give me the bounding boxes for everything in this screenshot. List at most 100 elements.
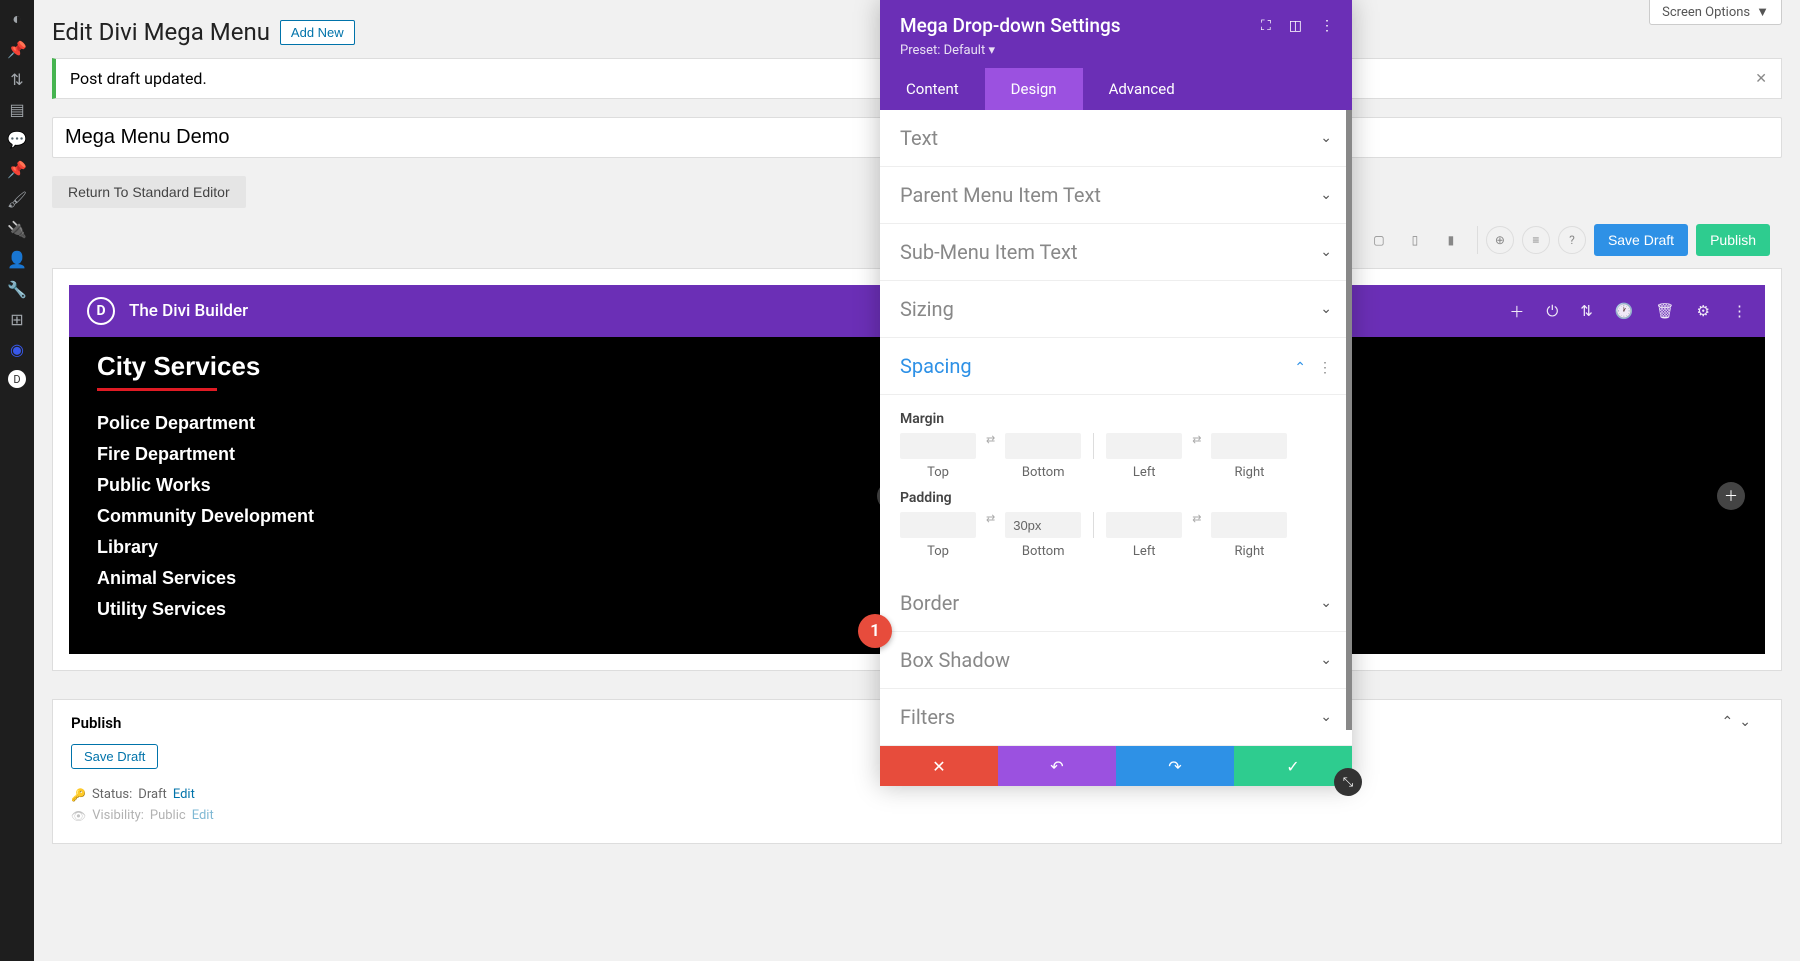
link-icon[interactable]: ⇄ [982, 512, 999, 525]
page-title: Edit Divi Mega Menu [52, 18, 270, 46]
section-heading: City Services [97, 351, 889, 382]
section-more-icon[interactable]: ⋮ [1318, 360, 1332, 376]
publish-button[interactable]: Publish [1696, 224, 1770, 256]
snap-icon[interactable]: ◫ [1289, 18, 1302, 34]
metabox-down-icon[interactable]: ⌄ [1739, 714, 1751, 730]
redo-button[interactable]: ↷ [1116, 746, 1234, 786]
spacing-controls: Margin Top ⇄ Bottom Left ⇄ Right Padding… [880, 395, 1352, 575]
menu-item[interactable]: Public Works [97, 475, 889, 496]
edit-visibility-link[interactable]: Edit [192, 808, 214, 823]
edit-status-link[interactable]: Edit [173, 787, 195, 802]
key-icon: 🔑 [71, 788, 86, 802]
builder-title: The Divi Builder [129, 301, 248, 321]
section-boxshadow[interactable]: Box Shadow ⌄ [880, 632, 1352, 689]
dashboard-icon[interactable]: ◐ [8, 10, 26, 28]
section-submenu-text[interactable]: Sub-Menu Item Text ⌄ [880, 224, 1352, 281]
menu-item[interactable]: Library [97, 537, 889, 558]
save-draft-metabox-button[interactable]: Save Draft [71, 744, 158, 769]
section-parent-text[interactable]: Parent Menu Item Text ⌄ [880, 167, 1352, 224]
link-icon[interactable]: ⇄ [1188, 433, 1205, 446]
section-sizing[interactable]: Sizing ⌄ [880, 281, 1352, 338]
metabox-up-icon[interactable]: ⌃ [1722, 714, 1734, 730]
padding-right-input[interactable] [1211, 512, 1287, 538]
appearance-icon[interactable]: 🖌 [8, 190, 26, 208]
chevron-up-icon: ⌃ [1294, 360, 1306, 376]
help-icon[interactable]: ? [1558, 226, 1586, 254]
undo-button[interactable]: ↶ [998, 746, 1116, 786]
margin-left-input[interactable] [1106, 433, 1182, 459]
wp-admin-sidebar[interactable]: ◐ 📌 ⇅ ▤ 💬 📌 🖌 🔌 👤 🔧 ⊞ ◉ D [0, 0, 34, 961]
add-column-button[interactable]: ＋ [1717, 482, 1745, 510]
more-icon[interactable]: ⋮ [1732, 302, 1747, 320]
section-filters[interactable]: Filters ⌄ [880, 689, 1352, 746]
gear-icon[interactable]: ⚙ [1697, 302, 1710, 320]
history-icon[interactable]: 🕐 [1615, 302, 1634, 320]
users-icon[interactable]: 👤 [8, 250, 26, 268]
tab-advanced[interactable]: Advanced [1083, 68, 1201, 110]
chevron-down-icon: ⌄ [1320, 709, 1332, 725]
pin2-icon[interactable]: 📌 [8, 160, 26, 178]
fullscreen-icon[interactable]: ⛶ [1261, 18, 1271, 34]
separator [1093, 512, 1094, 538]
desktop-view-icon[interactable]: ▢ [1365, 226, 1393, 254]
scrollbar-thumb[interactable] [1346, 110, 1352, 730]
eye-icon: 👁 [71, 809, 86, 823]
pin-icon[interactable]: 📌 [8, 40, 26, 58]
add-module-icon[interactable]: ＋ [1509, 301, 1524, 322]
module-settings-panel[interactable]: Mega Drop-down Settings Preset: Default … [880, 0, 1352, 786]
link-icon[interactable]: ⇄ [1188, 512, 1205, 525]
visibility-label: Visibility: [92, 808, 144, 823]
settings-header[interactable]: Mega Drop-down Settings Preset: Default … [880, 0, 1352, 68]
zoom-icon[interactable]: ⊕ [1486, 226, 1514, 254]
margin-label: Margin [900, 411, 1332, 427]
chevron-down-icon: ⌄ [1320, 187, 1332, 203]
status-value: Draft [138, 787, 167, 802]
chevron-down-icon: ▼ [1756, 4, 1769, 20]
padding-left-input[interactable] [1106, 512, 1182, 538]
menu-item[interactable]: Fire Department [97, 444, 889, 465]
margin-right-input[interactable] [1211, 433, 1287, 459]
trash-icon[interactable]: 🗑 [1656, 302, 1675, 320]
section-border[interactable]: Border ⌄ [880, 575, 1352, 632]
margin-bottom-input[interactable] [1005, 433, 1081, 459]
menu-item[interactable]: Utility Services [97, 599, 889, 620]
preview-column-left[interactable]: City Services Police Department Fire Dep… [69, 337, 917, 654]
plugins-icon[interactable]: 🔌 [8, 220, 26, 238]
padding-label: Padding [900, 490, 1332, 506]
mobile-view-icon[interactable]: ▮ [1437, 226, 1465, 254]
media-icon[interactable]: ⇅ [8, 70, 26, 88]
padding-top-input[interactable] [900, 512, 976, 538]
menu-item[interactable]: Community Development [97, 506, 889, 527]
power-icon[interactable]: ⏻ [1546, 302, 1558, 320]
comments-icon[interactable]: 💬 [8, 130, 26, 148]
pages-icon[interactable]: ▤ [8, 100, 26, 118]
link-icon[interactable]: ⇄ [982, 433, 999, 446]
add-new-button[interactable]: Add New [280, 20, 355, 45]
section-text[interactable]: Text ⌄ [880, 110, 1352, 167]
dismiss-notice-icon[interactable]: ✕ [1755, 71, 1767, 87]
section-spacing[interactable]: Spacing ⌃ ⋮ [880, 338, 1352, 395]
tab-design[interactable]: Design [985, 68, 1083, 110]
tools-icon[interactable]: 🔧 [8, 280, 26, 298]
screen-options-toggle[interactable]: Screen Options ▼ [1649, 0, 1782, 25]
cancel-button[interactable]: ✕ [880, 746, 998, 786]
settings-preset[interactable]: Preset: Default ▾ [900, 43, 1332, 58]
chevron-down-icon: ⌄ [1320, 652, 1332, 668]
menu-item[interactable]: Animal Services [97, 568, 889, 589]
settings-footer: ✕ ↶ ↷ ✓ [880, 746, 1352, 786]
padding-bottom-input[interactable] [1005, 512, 1081, 538]
resize-handle[interactable]: ⤡ [1334, 768, 1362, 796]
tablet-view-icon[interactable]: ▯ [1401, 226, 1429, 254]
divi-icon[interactable]: D [8, 370, 26, 388]
save-draft-button[interactable]: Save Draft [1594, 224, 1688, 256]
return-standard-editor-button[interactable]: Return To Standard Editor [52, 176, 246, 208]
layers-icon[interactable]: ≡ [1522, 226, 1550, 254]
margin-top-input[interactable] [900, 433, 976, 459]
settings-icon[interactable]: ⊞ [8, 310, 26, 328]
theme-icon[interactable]: ◉ [8, 340, 26, 358]
sort-icon[interactable]: ⇅ [1580, 302, 1593, 320]
settings-body[interactable]: Text ⌄ Parent Menu Item Text ⌄ Sub-Menu … [880, 110, 1352, 746]
panel-more-icon[interactable]: ⋮ [1320, 18, 1334, 34]
menu-item[interactable]: Police Department [97, 413, 889, 434]
tab-content[interactable]: Content [880, 68, 985, 110]
